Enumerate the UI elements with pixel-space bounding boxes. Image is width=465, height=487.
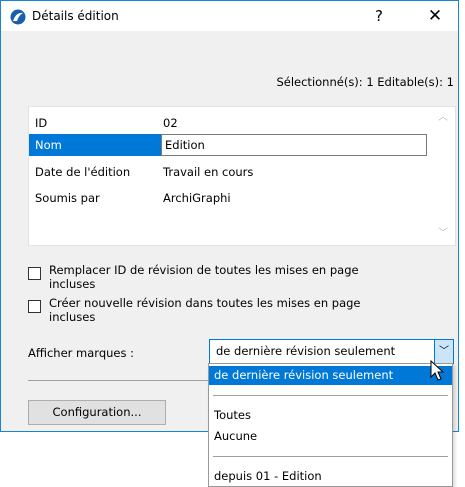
nom-edit-field[interactable]: Edition <box>161 134 427 156</box>
title-bar: Détails édition ? ✕ <box>1 1 458 31</box>
mouse-cursor-icon <box>430 360 445 381</box>
grid-row-nom[interactable]: Nom <box>29 134 161 156</box>
grid-value: ArchiGraphi <box>163 191 231 205</box>
replace-id-checkbox[interactable] <box>28 267 41 280</box>
close-button[interactable]: ✕ <box>421 5 449 27</box>
dropdown-item[interactable]: Aucune <box>209 427 452 446</box>
grid-value: Travail en cours <box>163 165 254 179</box>
new-revision-label-line-2: incluses <box>49 310 96 324</box>
dropdown-item[interactable]: depuis 01 - Edition <box>209 467 452 486</box>
scroll-up-icon[interactable]: ︿ <box>437 113 449 123</box>
scroll-down-icon[interactable]: ﹀ <box>437 229 449 239</box>
grid-row-soumis[interactable]: Soumis par ArchiGraphi <box>29 187 429 209</box>
grid-value: 02 <box>163 116 178 130</box>
markers-select[interactable]: de dernière révision seulement ﹀ <box>209 339 454 364</box>
replace-id-label-line-2: incluses <box>49 277 96 291</box>
markers-selected-value: de dernière révision seulement <box>216 344 396 358</box>
grid-row-date[interactable]: Date de l'édition Travail en cours <box>29 161 429 183</box>
grid-key: ID <box>35 116 48 130</box>
help-button[interactable]: ? <box>369 5 389 27</box>
window-title: Détails édition <box>32 9 119 23</box>
replace-id-label: Remplacer ID de révision de toutes les m… <box>49 263 409 291</box>
dropdown-item-label: Toutes <box>214 408 251 422</box>
markers-label: Afficher marques : <box>28 346 135 360</box>
grid-key: Soumis par <box>35 191 100 205</box>
selection-info: Sélectionné(s): 1 Editable(s): 1 <box>276 75 454 89</box>
replace-id-label-line-1: Remplacer ID de révision de toutes les m… <box>49 263 359 277</box>
markers-dropdown-list: de dernière révision seulement Toutes Au… <box>208 363 453 487</box>
divider <box>28 380 208 381</box>
dropdown-item-label: Aucune <box>214 429 258 443</box>
grid-key: Date de l'édition <box>35 165 131 179</box>
new-revision-label-line-1: Créer nouvelle révision dans toutes les … <box>49 296 361 310</box>
new-revision-label: Créer nouvelle révision dans toutes les … <box>49 296 409 324</box>
dropdown-separator <box>213 395 448 396</box>
dropdown-separator <box>213 456 448 457</box>
dropdown-item[interactable]: de dernière révision seulement <box>209 366 452 385</box>
archicad-app-icon <box>10 9 26 25</box>
dropdown-item-label: depuis 01 - Edition <box>214 469 322 483</box>
dropdown-item-label: de dernière révision seulement <box>214 368 394 382</box>
properties-grid: ID 02 Nom Edition Date de l'édition Trav… <box>28 106 456 246</box>
new-revision-checkbox[interactable] <box>28 300 41 313</box>
grid-key: Nom <box>35 138 62 152</box>
configuration-button[interactable]: Configuration... <box>28 400 166 425</box>
grid-row-id[interactable]: ID 02 <box>29 112 429 134</box>
dropdown-item[interactable]: Toutes <box>209 406 452 425</box>
nom-value: Edition <box>165 138 205 152</box>
